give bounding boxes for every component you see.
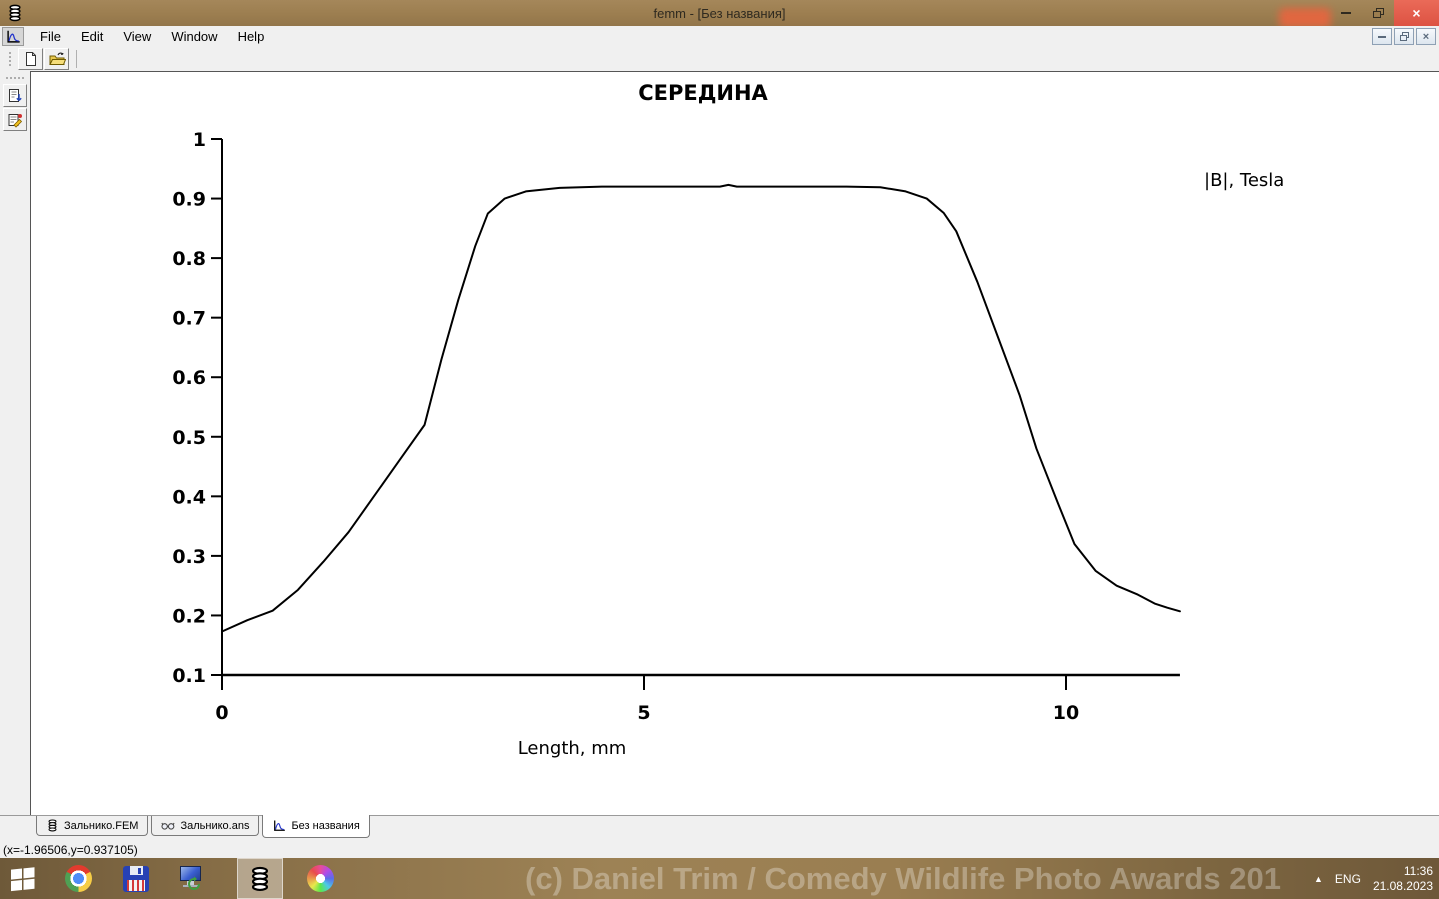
close-button[interactable]: × (1394, 0, 1439, 26)
plot-icon (5, 29, 21, 45)
menu-help[interactable]: Help (228, 27, 275, 46)
remote-desktop-icon (177, 865, 205, 893)
language-indicator[interactable]: ENG (1335, 872, 1361, 886)
svg-text:0.3: 0.3 (172, 546, 206, 568)
sync-arrows-icon (188, 876, 200, 890)
tab-zalniko-fem[interactable]: Зальнико.FEM (36, 816, 149, 836)
toolbar-separator (76, 50, 77, 68)
active-document-icon-button[interactable] (2, 27, 24, 46)
coil-icon (46, 819, 59, 832)
tab-label: Зальнико.ans (180, 819, 250, 832)
svg-text:0.9: 0.9 (172, 189, 206, 211)
menu-window[interactable]: Window (161, 27, 227, 46)
floppy-disk-icon (123, 865, 149, 892)
restore-button[interactable] (1362, 0, 1394, 26)
new-document-icon (25, 52, 36, 66)
restore-icon (1399, 32, 1409, 41)
minimize-icon (1341, 12, 1351, 14)
taskbar-floppy-app[interactable] (113, 858, 159, 899)
svg-text:0.5: 0.5 (172, 427, 206, 449)
menu-bar: File Edit View Window Help × (0, 26, 1439, 47)
show-hidden-icons-button[interactable]: ▲ (1314, 874, 1323, 884)
clock-time: 11:36 (1403, 863, 1433, 878)
workspace: 0.1 0.2 0.3 0.4 0.5 0.6 0.7 0.8 0.9 1 0 5 10 СЕРЕДИН… (0, 71, 1439, 815)
menu-view[interactable]: View (113, 27, 161, 46)
minimize-icon (1378, 35, 1386, 38)
clock-date: 21.08.2023 (1372, 878, 1433, 893)
glasses-icon (161, 820, 175, 831)
system-tray: ▲ ENG 11:36 21.08.2023 (1314, 858, 1433, 899)
restore-icon (1372, 8, 1384, 18)
svg-text:10: 10 (1053, 702, 1079, 724)
windows-logo-icon (11, 866, 35, 891)
chart-title: СЕРЕДИНА (638, 81, 768, 105)
plot-export-button[interactable] (3, 84, 27, 107)
open-file-button[interactable] (44, 48, 69, 70)
taskbar-chrome[interactable] (55, 858, 101, 899)
main-toolbar (0, 47, 1439, 71)
chrome-icon (64, 865, 92, 892)
taskbar-remote-desktop[interactable] (168, 858, 214, 899)
open-folder-icon (48, 52, 66, 65)
toolbar-grip[interactable] (8, 51, 12, 67)
side-toolbar-grip[interactable] (5, 76, 25, 80)
plot-icon (272, 819, 286, 833)
photo-watermark: (c) Daniel Trim / Comedy Wildlife Photo … (525, 861, 1281, 896)
taskbar-color-wheel-app[interactable] (297, 858, 343, 899)
svg-text:0.1: 0.1 (172, 665, 206, 687)
chart-x-axis-label: Length, mm (517, 738, 627, 759)
svg-text:0.6: 0.6 (172, 367, 206, 389)
plot-canvas[interactable]: 0.1 0.2 0.3 0.4 0.5 0.6 0.7 0.8 0.9 1 0 5 10 СЕРЕДИН… (30, 71, 1439, 815)
taskbar: (c) Daniel Trim / Comedy Wildlife Photo … (0, 858, 1439, 899)
document-pencil-icon (8, 113, 23, 128)
menu-edit[interactable]: Edit (71, 27, 113, 46)
mdi-minimize-button[interactable] (1372, 28, 1392, 45)
plot-side-toolbar (0, 71, 30, 815)
window-controls: × (1330, 0, 1439, 26)
tab-zalniko-ans[interactable]: Зальнико.ans (151, 816, 260, 836)
svg-text:0.8: 0.8 (172, 248, 206, 270)
svg-text:0.7: 0.7 (172, 308, 206, 330)
svg-text:0.2: 0.2 (172, 605, 206, 627)
svg-text:0.4: 0.4 (172, 486, 206, 508)
mdi-window-controls: × (1372, 28, 1436, 45)
menu-file[interactable]: File (30, 27, 71, 46)
document-down-arrow-icon (9, 88, 22, 102)
plot-edit-button[interactable] (3, 108, 27, 131)
tab-label: Зальнико.FEM (64, 819, 139, 832)
svg-text:5: 5 (637, 702, 650, 724)
window-title: femm - [Без названия] (653, 5, 786, 21)
tab-bez-nazvaniya[interactable]: Без названия (262, 815, 370, 838)
window-titlebar: femm - [Без названия] × (0, 0, 1439, 28)
status-bar: (x=-1.96506,y=0.937105) (0, 841, 1439, 858)
svg-text:0: 0 (215, 702, 228, 724)
clock[interactable]: 11:36 21.08.2023 (1373, 864, 1433, 894)
femm-coil-icon (247, 865, 273, 893)
mdi-close-button[interactable]: × (1416, 28, 1436, 45)
tab-label: Без названия (291, 820, 360, 832)
mdi-restore-button[interactable] (1394, 28, 1414, 45)
cursor-coordinates: (x=-1.96506,y=0.937105) (3, 842, 138, 857)
color-wheel-icon (306, 865, 334, 892)
taskbar-femm-active[interactable] (237, 858, 283, 899)
chart-legend: |B|, Tesla (1204, 170, 1285, 191)
new-file-button[interactable] (18, 48, 43, 70)
blurred-orange-badge (1279, 8, 1331, 28)
minimize-button[interactable] (1330, 0, 1362, 26)
document-tab-strip: Зальнико.FEM Зальнико.ans Без названия (0, 815, 1439, 841)
svg-text:1: 1 (193, 129, 206, 151)
start-button[interactable] (0, 858, 46, 899)
